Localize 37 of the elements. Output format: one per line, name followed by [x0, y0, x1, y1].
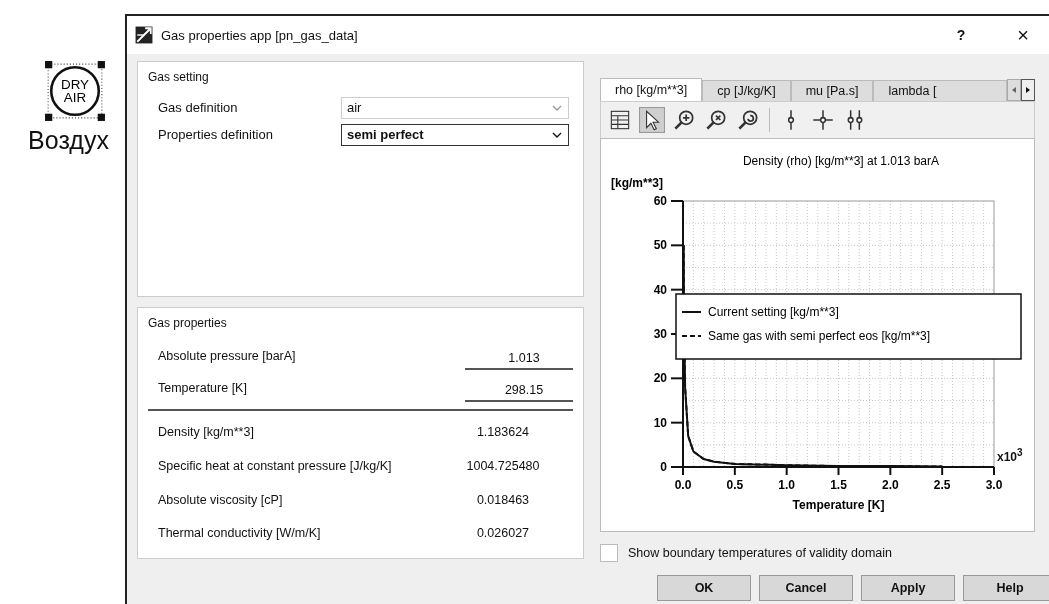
property-label: Thermal conductivity [W/m/K] [158, 526, 322, 541]
x-tick-label: 1.5 [830, 478, 847, 492]
property-label: Temperature [K] [158, 380, 248, 395]
x-tick-label: 0.5 [726, 478, 744, 492]
y-tick-label: 10 [653, 415, 667, 430]
x-tick-label: 0.0 [674, 478, 692, 492]
property-value: 0.018463 [475, 492, 531, 507]
x-axis-multiplier: x10$^{3}$ [997, 447, 1023, 464]
y-tick-label: 40 [653, 282, 667, 297]
x-axis-label: Temperature [K] [792, 498, 885, 512]
field-label: Properties definition [158, 127, 274, 142]
x-tick-label: 2.5 [933, 478, 951, 492]
y-tick-label: 50 [653, 238, 667, 253]
property-value: 1.183624 [475, 425, 531, 440]
property-label: Absolute viscosity [cP] [158, 492, 284, 507]
chart-title: Density (rho) [kg/m**3] at 1.013 barA [742, 154, 940, 168]
x-tick-label: 2.0 [882, 478, 899, 492]
property-value: 0.026027 [475, 526, 531, 541]
group-title: Gas setting [148, 70, 210, 84]
legend-label: Same gas with semi perfect eos [kg/m**3] [708, 329, 931, 343]
property-label: Density [kg/m**3] [158, 425, 255, 440]
checkbox-label: Show boundary temperatures of validity domain [628, 546, 893, 560]
window-title: Gas properties app [pn_gas_data] [161, 27, 359, 43]
legend-label: Current setting [kg/m**3] [708, 305, 839, 319]
y-tick-label: 20 [653, 371, 667, 386]
x-tick-label: 1.0 [778, 478, 795, 492]
y-tick-label: 60 [653, 194, 667, 208]
y-tick-label: 0 [660, 460, 667, 474]
group-title: Gas properties [148, 316, 228, 330]
property-label: Specific heat at constant pressure [J/kg/K] [158, 458, 393, 473]
symbol-label: Воздух [28, 126, 109, 155]
x-tick-label: 3.0 [985, 478, 1003, 492]
property-label: Absolute pressure [barA] [158, 348, 297, 363]
field-label: Gas definition [158, 100, 239, 115]
y-tick-label: 30 [653, 327, 667, 341]
y-axis-label: [kg/m**3] [611, 176, 663, 190]
property-value: 1004.725480 [465, 458, 541, 473]
